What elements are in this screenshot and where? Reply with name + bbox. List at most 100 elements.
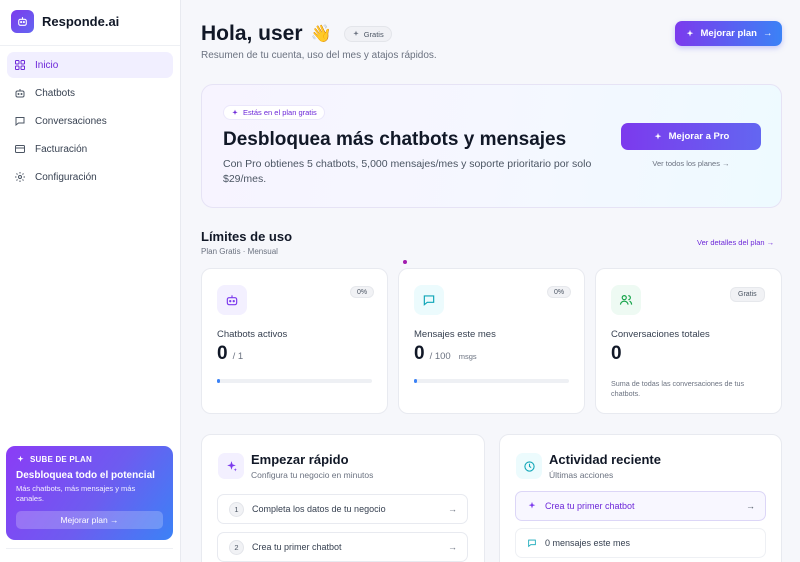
plan-badge: Gratis (730, 287, 765, 302)
promo-upgrade-button[interactable]: Mejorar plan → (16, 511, 163, 529)
sidebar-item-label: Conversaciones (35, 115, 107, 127)
recent-activity-panel: Actividad reciente Últimas acciones Crea… (499, 434, 782, 562)
sidebar-item-label: Facturación (35, 143, 88, 155)
plan-status-text: Estás en el plan gratis (243, 108, 317, 117)
value-count: 0 (217, 343, 228, 364)
card-value: 0 / 100 msgs (414, 343, 477, 365)
clock-icon (516, 453, 542, 479)
sparkle-icon (353, 30, 359, 36)
promo-kicker-text: SUBE DE PLAN (30, 455, 92, 464)
value-count: 0 (414, 343, 425, 364)
divider (6, 548, 173, 558)
promo-kicker: SUBE DE PLAN (16, 455, 163, 464)
usage-percent-badge: 0% (547, 286, 572, 298)
sparkle-icon (17, 455, 24, 462)
sidebar-item-label: Chatbots (35, 87, 76, 99)
panel-subtitle: Últimas acciones (549, 470, 614, 480)
usage-title: Límites de uso (201, 229, 293, 244)
card-note: Suma de todas las conversaciones de tus … (611, 379, 745, 399)
activity-item-create-chatbot[interactable]: Crea tu primer chatbot → (515, 491, 766, 521)
step-number: 2 (229, 539, 244, 555)
quick-step-1[interactable]: 1 Completa los datos de tu negocio → (217, 494, 468, 524)
activity-label: 0 mensajes este mes (545, 538, 631, 548)
bot-logo-icon (11, 10, 34, 33)
value-limit: / 1 (232, 351, 244, 362)
value-unit: msgs (458, 352, 477, 361)
progress-fill (414, 379, 417, 383)
brand[interactable]: Responde.ai (11, 10, 119, 33)
upgrade-to-pro-label: Mejorar a Pro (668, 131, 730, 142)
activity-label: Crea tu primer chatbot (545, 501, 635, 511)
value-limit: / 100 (429, 351, 451, 362)
progress-bar (414, 379, 569, 383)
arrow-right-icon: → (763, 28, 773, 39)
upgrade-promo-card: SUBE DE PLAN Desbloquea todo el potencia… (6, 446, 173, 540)
panel-title: Actividad reciente (549, 452, 661, 467)
indicator-dot (403, 260, 407, 264)
arrow-right-icon: → (448, 504, 457, 514)
page-title: Hola, user (201, 22, 303, 45)
activity-item-messages: 0 mensajes este mes (515, 528, 766, 558)
sparkle-icon (218, 453, 244, 479)
card-label: Chatbots activos (217, 329, 288, 340)
plan-status-pill: Estás en el plan gratis (223, 105, 325, 120)
divider (0, 45, 180, 46)
plan-badge: Gratis (343, 26, 392, 42)
page-subtitle: Resumen de tu cuenta, uso del mes y ataj… (201, 50, 437, 61)
card-value: 0 / 1 (217, 343, 243, 365)
message-icon (528, 539, 536, 548)
arrow-right-icon: → (746, 501, 755, 511)
sidebar-item-inicio[interactable]: Inicio (7, 52, 173, 78)
wave-emoji: 👋 (310, 24, 332, 43)
brand-name: Responde.ai (42, 14, 120, 29)
pro-upsell-banner: Estás en el plan gratis Desbloquea más c… (201, 84, 782, 208)
sidebar-item-chatbots[interactable]: Chatbots (7, 80, 173, 106)
value-count: 0 (611, 343, 622, 364)
sidebar-item-label: Configuración (35, 171, 97, 183)
quick-step-2[interactable]: 2 Crea tu primer chatbot → (217, 532, 468, 562)
sidebar-item-label: Inicio (35, 59, 59, 71)
usage-card-chatbots: 0% Chatbots activos 0 / 1 (201, 268, 388, 414)
sparkle-icon (654, 132, 661, 139)
sidebar-nav: Inicio Chatbots Conversaciones Facturaci… (7, 52, 173, 192)
promo-title: Desbloquea todo el potencial (16, 470, 155, 481)
panel-subtitle: Configura tu negocio en minutos (251, 470, 374, 480)
chat-icon (15, 117, 25, 127)
bot-icon (15, 89, 25, 98)
message-icon (414, 285, 444, 315)
upgrade-plan-button[interactable]: Mejorar plan → (675, 21, 782, 46)
banner-text: Con Pro obtienes 5 chatbots, 5,000 mensa… (223, 158, 592, 186)
view-plans-link[interactable]: Ver todos los planes → (621, 159, 761, 168)
step-label: Crea tu primer chatbot (252, 542, 342, 552)
panel-title: Empezar rápido (251, 452, 349, 467)
gear-icon (15, 172, 25, 182)
sidebar-item-facturacion[interactable]: Facturación (7, 136, 173, 162)
card-icon (15, 145, 25, 153)
plan-details-link[interactable]: Ver detalles del plan → (697, 238, 774, 247)
sidebar-item-configuracion[interactable]: Configuración (7, 164, 173, 190)
usage-card-conversations: Gratis Conversaciones totales 0 Suma de … (595, 268, 782, 414)
usage-percent-badge: 0% (350, 286, 375, 298)
promo-text: Más chatbots, más mensajes y más canales… (16, 484, 136, 504)
card-value: 0 (611, 343, 622, 365)
grid-icon (15, 60, 25, 70)
sparkle-icon (232, 109, 238, 115)
plan-badge-label: Gratis (363, 29, 384, 39)
card-label: Conversaciones totales (611, 329, 710, 340)
upgrade-to-pro-button[interactable]: Mejorar a Pro (621, 123, 761, 150)
sparkle-icon (686, 29, 693, 36)
progress-fill (217, 379, 220, 383)
greeting: Hola, user 👋 Gratis (201, 22, 392, 46)
step-label: Completa los datos de tu negocio (252, 504, 386, 514)
card-label: Mensajes este mes (414, 329, 496, 340)
upgrade-plan-label: Mejorar plan (700, 28, 758, 39)
progress-bar (217, 379, 372, 383)
arrow-right-icon: → (448, 542, 457, 552)
main-content: Hola, user 👋 Gratis Resumen de tu cuenta… (181, 0, 800, 562)
sidebar-item-conversaciones[interactable]: Conversaciones (7, 108, 173, 134)
usage-card-messages: 0% Mensajes este mes 0 / 100 msgs (398, 268, 585, 414)
bot-icon (217, 285, 247, 315)
sidebar: Responde.ai Inicio Chatbots Conversacion… (0, 0, 181, 562)
step-number: 1 (229, 501, 244, 517)
users-icon (611, 285, 641, 315)
